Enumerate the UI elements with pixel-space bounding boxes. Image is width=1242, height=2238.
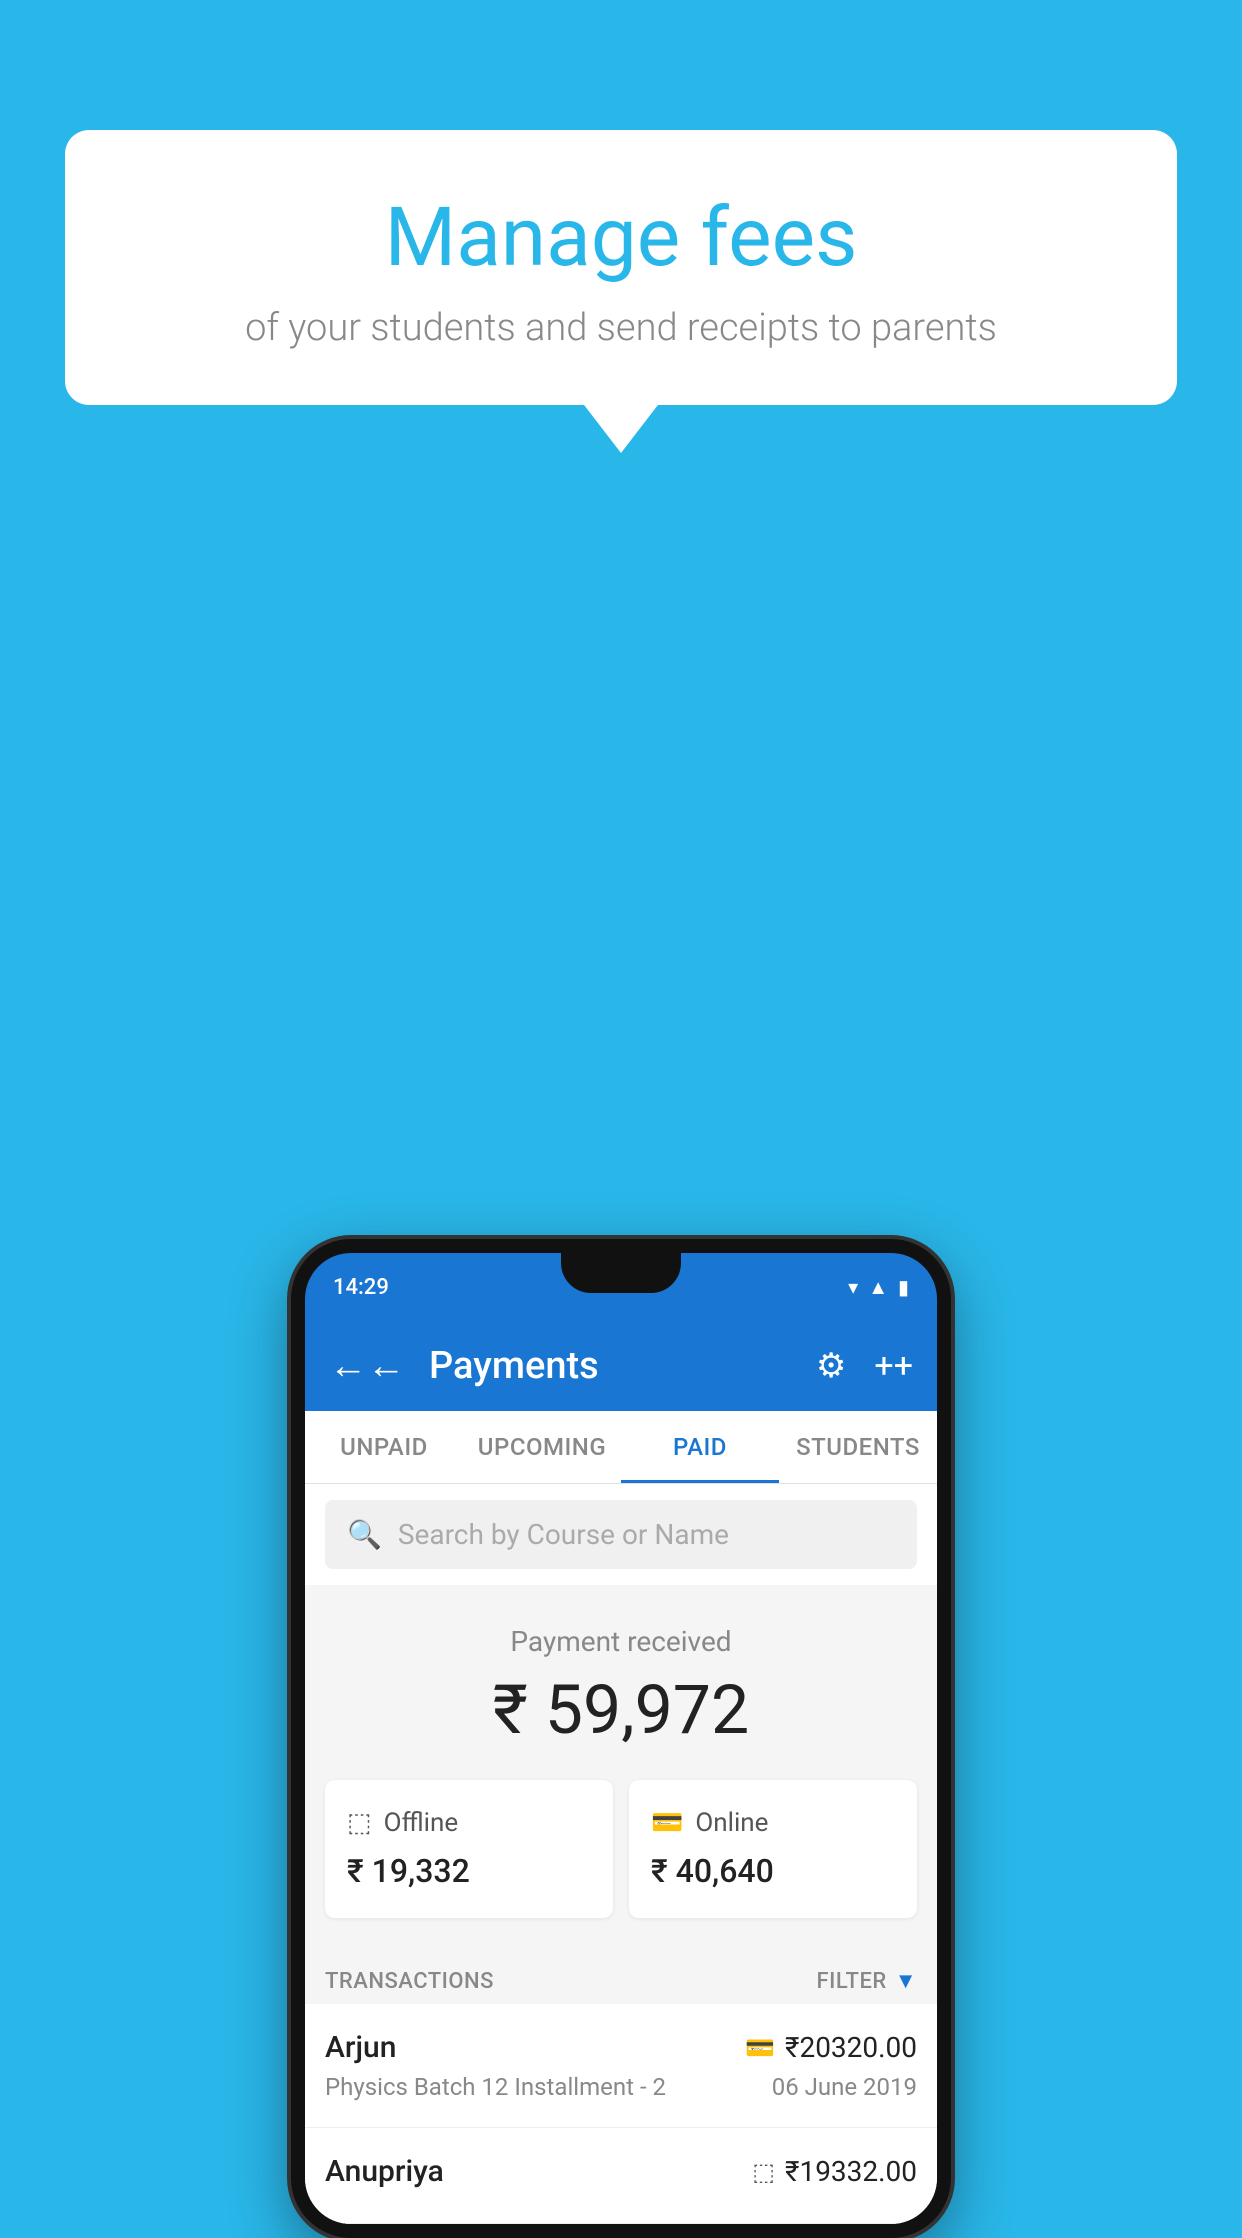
transaction-date: 06 June 2019: [772, 2073, 917, 2101]
app-bar-title: Payments: [429, 1344, 816, 1388]
tab-students[interactable]: STUDENTS: [779, 1411, 937, 1483]
online-label: Online: [695, 1808, 768, 1838]
transaction-name: Arjun: [325, 2030, 396, 2065]
payment-type-icon: ⬚: [752, 2158, 775, 2186]
volume-button-2: [295, 1523, 303, 1573]
filter-button[interactable]: FILTER ▼: [816, 1968, 917, 1994]
settings-icon[interactable]: [816, 1346, 846, 1386]
status-time: 14:29: [333, 1275, 389, 1300]
back-button[interactable]: ←: [329, 1344, 405, 1388]
filter-icon: ▼: [895, 1968, 917, 1994]
payment-cards: ⬚ Offline ₹ 19,332 💳 Online ₹ 40,640: [305, 1780, 937, 1948]
offline-card: ⬚ Offline ₹ 19,332: [325, 1780, 613, 1918]
offline-icon: ⬚: [347, 1808, 372, 1838]
transaction-amount-area: ⬚ ₹19332.00: [752, 2155, 917, 2188]
payment-received-label: Payment received: [325, 1625, 917, 1658]
bubble-subtitle: of your students and send receipts to pa…: [115, 306, 1127, 350]
tab-unpaid[interactable]: UNPAID: [305, 1411, 463, 1483]
offline-card-header: ⬚ Offline: [347, 1808, 591, 1838]
status-icons: ▾ ▲ ▮: [848, 1275, 909, 1300]
table-row[interactable]: Anupriya ⬚ ₹19332.00: [305, 2128, 937, 2224]
screen-content: 🔍 Search by Course or Name Payment recei…: [305, 1484, 937, 2224]
filter-label: FILTER: [816, 1969, 886, 1994]
transaction-amount-area: 💳 ₹20320.00: [745, 2031, 917, 2064]
search-icon: 🔍: [347, 1518, 382, 1551]
payment-total-amount: ₹ 59,972: [325, 1670, 917, 1750]
speech-bubble: Manage fees of your students and send re…: [65, 130, 1177, 405]
search-container: 🔍 Search by Course or Name: [305, 1484, 937, 1585]
transaction-row-bottom: Physics Batch 12 Installment - 2 06 June…: [325, 2073, 917, 2101]
app-bar: ← Payments +: [305, 1321, 937, 1411]
tab-upcoming[interactable]: UPCOMING: [463, 1411, 621, 1483]
transaction-course: Physics Batch 12 Installment - 2: [325, 2073, 666, 2101]
tabs-bar: UNPAID UPCOMING PAID STUDENTS: [305, 1411, 937, 1484]
payment-summary: Payment received ₹ 59,972: [305, 1585, 937, 1780]
transactions-label: TRANSACTIONS: [325, 1969, 494, 1994]
app-bar-actions: +: [816, 1346, 913, 1386]
online-icon: 💳: [651, 1808, 683, 1838]
table-row[interactable]: Arjun 💳 ₹20320.00 Physics Batch 12 Insta…: [305, 2004, 937, 2128]
search-box[interactable]: 🔍 Search by Course or Name: [325, 1500, 917, 1569]
search-input[interactable]: Search by Course or Name: [398, 1518, 729, 1551]
offline-label: Offline: [384, 1808, 459, 1838]
add-icon[interactable]: +: [874, 1346, 913, 1386]
transaction-row-top: Arjun 💳 ₹20320.00: [325, 2030, 917, 2065]
transaction-row-top: Anupriya ⬚ ₹19332.00: [325, 2154, 917, 2189]
transactions-header: TRANSACTIONS FILTER ▼: [305, 1948, 937, 2004]
transaction-amount: ₹20320.00: [785, 2031, 917, 2064]
phone-frame: 14:29 ▾ ▲ ▮ ← Payments + UNPAID UPCOMING…: [291, 1239, 951, 2238]
bubble-title: Manage fees: [115, 190, 1127, 286]
wifi-icon: ▾: [848, 1275, 858, 1299]
battery-icon: ▮: [898, 1275, 909, 1299]
tab-paid[interactable]: PAID: [621, 1411, 779, 1483]
offline-amount: ₹ 19,332: [347, 1852, 591, 1890]
payment-type-icon: 💳: [745, 2034, 775, 2062]
transaction-amount: ₹19332.00: [785, 2155, 917, 2188]
transaction-name: Anupriya: [325, 2154, 444, 2189]
status-bar: 14:29 ▾ ▲ ▮: [305, 1253, 937, 1321]
speech-bubble-container: Manage fees of your students and send re…: [65, 130, 1177, 405]
online-card: 💳 Online ₹ 40,640: [629, 1780, 917, 1918]
power-button: [939, 1483, 947, 1563]
phone-notch: [561, 1253, 681, 1293]
online-card-header: 💳 Online: [651, 1808, 895, 1838]
signal-icon: ▲: [868, 1275, 888, 1300]
online-amount: ₹ 40,640: [651, 1852, 895, 1890]
volume-button-1: [295, 1453, 303, 1503]
